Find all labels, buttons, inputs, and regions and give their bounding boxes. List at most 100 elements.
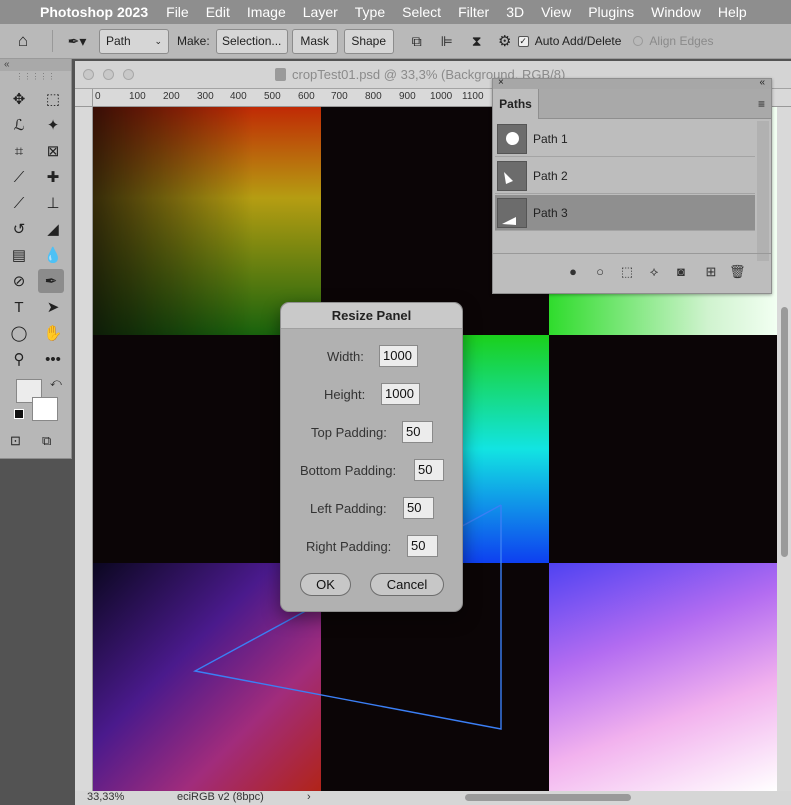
brush-icon[interactable]: ⟋: [6, 191, 32, 215]
blur-icon[interactable]: 💧: [40, 243, 66, 267]
fill-path-icon[interactable]: ●: [565, 264, 581, 279]
menu-edit[interactable]: Edit: [206, 4, 230, 20]
stamp-icon[interactable]: ⊥: [40, 191, 66, 215]
make-label: Make:: [177, 34, 210, 48]
left-padding-field[interactable]: 50: [403, 497, 434, 519]
healing-icon[interactable]: ✚: [40, 165, 66, 189]
quick-mask-icon[interactable]: ⊡: [10, 433, 21, 449]
auto-add-delete-checkbox[interactable]: ✓: [517, 35, 529, 47]
shape-button[interactable]: Shape: [343, 28, 394, 54]
path-item-label: Path 3: [533, 205, 568, 220]
ruler-label: 800: [365, 91, 382, 102]
dialog-title: Resize Panel: [281, 303, 462, 329]
panel-grip[interactable]: ⋮⋮⋮⋮⋮: [0, 71, 71, 83]
menu-filter[interactable]: Filter: [458, 4, 489, 20]
path-item-1[interactable]: Path 1: [495, 121, 755, 157]
menu-help[interactable]: Help: [718, 4, 747, 20]
menu-plugins[interactable]: Plugins: [588, 4, 634, 20]
path-operations-icon[interactable]: ⧉: [402, 33, 432, 50]
left-padding-label: Left Padding:: [310, 501, 387, 516]
menu-window[interactable]: Window: [651, 4, 701, 20]
background-color-swatch[interactable]: [32, 397, 58, 421]
default-colors-icon[interactable]: [14, 409, 24, 419]
panel-menu-icon[interactable]: ≡: [758, 97, 765, 111]
close-window-icon[interactable]: [83, 69, 94, 80]
ok-button[interactable]: OK: [300, 573, 351, 596]
stroke-path-icon[interactable]: ○: [592, 264, 608, 279]
panel-header[interactable]: × «: [493, 77, 771, 89]
pen-icon[interactable]: ✒: [38, 269, 64, 293]
bottom-padding-field[interactable]: 50: [414, 459, 444, 481]
tab-paths[interactable]: Paths: [493, 89, 539, 119]
close-panel-icon[interactable]: ×: [498, 77, 504, 88]
magic-wand-icon[interactable]: ✦: [40, 113, 66, 137]
height-field[interactable]: 1000: [381, 383, 420, 405]
crop-icon[interactable]: ⌗: [6, 139, 32, 163]
type-icon[interactable]: T: [6, 295, 32, 319]
add-mask-icon[interactable]: ◙: [673, 264, 689, 279]
eraser-icon[interactable]: ◢: [40, 217, 66, 241]
vertical-scrollbar[interactable]: [777, 107, 791, 791]
path-item-2[interactable]: Path 2: [495, 158, 755, 194]
delete-path-icon[interactable]: 🗑: [729, 264, 746, 280]
menu-select[interactable]: Select: [402, 4, 441, 20]
ruler-origin[interactable]: [75, 89, 93, 107]
paths-list-scrollbar[interactable]: [757, 121, 769, 261]
move-icon[interactable]: ✥: [6, 87, 32, 111]
menu-image[interactable]: Image: [247, 4, 286, 20]
frame-icon[interactable]: ⊠: [40, 139, 66, 163]
make-work-path-icon[interactable]: ⟡: [646, 264, 662, 280]
resize-panel-dialog: Resize Panel Width: 1000 Height: 1000 To…: [280, 302, 463, 612]
menu-layer[interactable]: Layer: [303, 4, 338, 20]
width-field[interactable]: 1000: [379, 345, 418, 367]
gradient-icon[interactable]: ▤: [6, 243, 32, 267]
ruler-label: 500: [264, 91, 281, 102]
menu-type[interactable]: Type: [355, 4, 385, 20]
status-menu-chevron-icon[interactable]: ›: [307, 791, 311, 803]
selection-button[interactable]: Selection...: [215, 28, 288, 54]
load-selection-icon[interactable]: ⬚: [619, 264, 635, 280]
path-arrangement-icon[interactable]: ⧗: [462, 33, 492, 50]
menu-view[interactable]: View: [541, 4, 571, 20]
ellipse-icon[interactable]: ◯: [6, 321, 32, 345]
cancel-button[interactable]: Cancel: [370, 573, 444, 596]
zoom-window-icon[interactable]: [123, 69, 134, 80]
vertical-scroll-thumb[interactable]: [781, 307, 788, 557]
path-alignment-icon[interactable]: ⊫: [432, 33, 462, 50]
horizontal-scroll-thumb[interactable]: [465, 794, 631, 801]
pen-tool-preset-icon[interactable]: ✒▾: [59, 33, 95, 50]
divider: [52, 30, 53, 52]
top-padding-field[interactable]: 50: [402, 421, 433, 443]
chevron-down-icon: ⌄: [154, 35, 162, 46]
path-item-3[interactable]: Path 3: [495, 195, 755, 231]
screen-mode-icon[interactable]: ⧉: [42, 433, 51, 449]
zoom-level[interactable]: 33,33%: [87, 791, 124, 803]
dodge-icon[interactable]: ⊘: [6, 269, 32, 293]
home-icon[interactable]: ⌂: [0, 31, 46, 51]
swap-colors-icon[interactable]: ⤺: [50, 377, 62, 390]
mask-button[interactable]: Mask: [291, 28, 338, 54]
marquee-icon[interactable]: ⬚: [40, 87, 66, 111]
zoom-icon[interactable]: ⚲: [6, 347, 32, 371]
collapse-chevron-icon[interactable]: «: [0, 59, 71, 71]
more-icon[interactable]: •••: [40, 347, 66, 371]
new-path-icon[interactable]: ⊞: [703, 264, 719, 280]
hand-icon[interactable]: ✋: [40, 321, 66, 345]
path-item-label: Path 2: [533, 168, 568, 183]
right-padding-field[interactable]: 50: [407, 535, 438, 557]
vertical-ruler[interactable]: [75, 107, 93, 791]
menu-app-name[interactable]: Photoshop 2023: [40, 4, 148, 20]
align-edges-checkbox[interactable]: [633, 36, 644, 46]
eyedropper-icon[interactable]: ⟋: [6, 165, 32, 189]
minimize-window-icon[interactable]: [103, 69, 114, 80]
path-select-icon[interactable]: ➤: [40, 295, 66, 319]
menu-file[interactable]: File: [166, 4, 189, 20]
history-brush-icon[interactable]: ↺: [6, 217, 32, 241]
settings-gear-icon[interactable]: ⚙: [492, 32, 518, 50]
mode-select[interactable]: Path ⌄: [99, 28, 169, 54]
ruler-label: 700: [331, 91, 348, 102]
ruler-label: 600: [298, 91, 315, 102]
lasso-icon[interactable]: ℒ: [6, 113, 32, 137]
collapse-panel-icon[interactable]: «: [759, 77, 765, 88]
menu-3d[interactable]: 3D: [506, 4, 524, 20]
